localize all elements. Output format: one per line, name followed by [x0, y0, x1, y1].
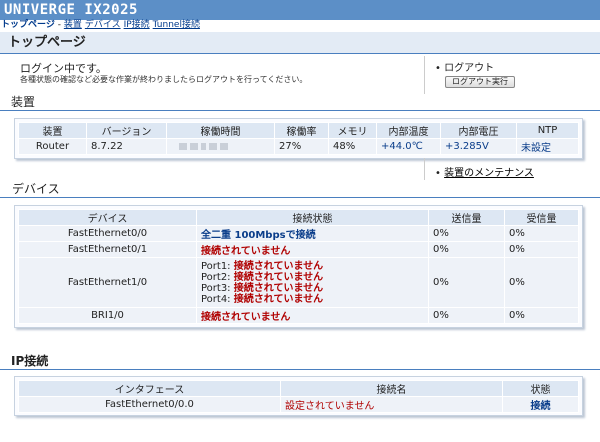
col-device: 装置 — [18, 122, 87, 139]
nav-link-ip[interactable]: IP接続 — [124, 20, 150, 30]
section-devices-title: デバイス — [0, 182, 600, 198]
col-device-name: デバイス — [18, 209, 197, 226]
device-name: FastEthernet1/0 — [18, 257, 197, 308]
ip-panel: インタフェース 接続名 状態 FastEthernet0/0.0 設定されていま… — [14, 376, 583, 416]
device-memory: 48% — [328, 138, 377, 155]
device-voltage: +3.285V — [440, 138, 517, 155]
col-voltage: 内部電圧 — [440, 122, 517, 139]
col-uptime-rate: 稼働率 — [274, 122, 329, 139]
device-table: 装置 バージョン 稼働時間 稼働率 メモリ 内部温度 内部電圧 NTP Rout… — [18, 122, 579, 155]
tx-value: 0% — [428, 241, 505, 258]
col-ntp: NTP — [516, 122, 579, 139]
device-version: 8.7.22 — [86, 138, 167, 155]
interface-name: FastEthernet0/0.0 — [18, 396, 281, 413]
rx-value: 0% — [504, 307, 579, 324]
port-status: 接続されていません — [233, 282, 324, 294]
bullet-icon: • — [435, 168, 441, 179]
rx-value: 0% — [504, 241, 579, 258]
device-name: Router — [18, 138, 87, 155]
nav-current: トップページ — [1, 20, 55, 30]
nav-link-tunnel[interactable]: Tunnel接続 — [153, 20, 200, 30]
table-row: FastEthernet0/1 接続されていません 0% 0% — [18, 241, 579, 258]
port-status: 接続されていません — [233, 271, 324, 283]
logout-button[interactable]: ログアウト実行 — [445, 76, 515, 88]
col-interface: インタフェース — [18, 380, 281, 397]
section-ip-title: IP接続 — [0, 354, 600, 370]
tx-value: 0% — [428, 307, 505, 324]
tx-value: 0% — [428, 257, 505, 308]
port-label: Port4: — [201, 293, 231, 305]
logout-panel: • ログアウト ログアウト実行 — [424, 56, 600, 94]
maintenance-panel: • 装置のメンテナンス — [424, 158, 600, 180]
devices-panel: デバイス 接続状態 送信量 受信量 FastEthernet0/0 全二重 10… — [14, 205, 583, 328]
devices-table: デバイス 接続状態 送信量 受信量 FastEthernet0/0 全二重 10… — [18, 209, 579, 324]
col-memory: メモリ — [328, 122, 377, 139]
col-uptime: 稼働時間 — [166, 122, 275, 139]
port-label: Port1: — [201, 260, 231, 272]
table-row: Router 8.7.22 27% 48% +44.0℃ +3.285V 未設定 — [18, 138, 579, 155]
app-banner: UNIVERGE IX2025 — [0, 0, 600, 20]
connection-state: 接続 — [502, 396, 579, 413]
rx-value: 0% — [504, 225, 579, 242]
rx-value: 0% — [504, 257, 579, 308]
col-rx: 受信量 — [504, 209, 579, 226]
port-label: Port2: — [201, 271, 231, 283]
port-label: Port3: — [201, 282, 231, 294]
logout-label: ログアウト — [444, 63, 495, 74]
breadcrumb-nav: トップページ - 装置 デバイス IP接続 Tunnel接続 — [0, 20, 600, 32]
maintenance-link[interactable]: 装置のメンテナンス — [444, 168, 534, 179]
page-title: トップページ — [0, 32, 600, 54]
connection-status: 接続されていません — [196, 307, 429, 324]
device-temperature: +44.0℃ — [376, 138, 441, 155]
connection-status: 全二重 100Mbpsで接続 — [196, 225, 429, 242]
connection-status-ports: Port1: 接続されていません Port2: 接続されていません Port3:… — [196, 257, 429, 308]
port-status: 接続されていません — [233, 260, 324, 272]
section-device-title: 装置 — [0, 95, 600, 111]
device-panel: 装置 バージョン 稼働時間 稼働率 メモリ 内部温度 内部電圧 NTP Rout… — [14, 118, 583, 159]
connection-status: 接続されていません — [196, 241, 429, 258]
device-uptime-rate: 27% — [274, 138, 329, 155]
device-ntp: 未設定 — [516, 138, 579, 155]
port-status: 接続されていません — [233, 293, 324, 305]
device-name: BRI1/0 — [18, 307, 197, 324]
table-row: FastEthernet1/0 Port1: 接続されていません Port2: … — [18, 257, 579, 308]
col-tx: 送信量 — [428, 209, 505, 226]
nav-link-devices[interactable]: デバイス — [85, 20, 121, 30]
nav-separator: - — [57, 20, 61, 30]
bullet-icon: • — [435, 63, 441, 74]
connection-name: 設定されていません — [280, 396, 503, 413]
ip-table: インタフェース 接続名 状態 FastEthernet0/0.0 設定されていま… — [18, 380, 579, 413]
tx-value: 0% — [428, 225, 505, 242]
col-state: 状態 — [502, 380, 579, 397]
table-row: FastEthernet0/0 全二重 100Mbpsで接続 0% 0% — [18, 225, 579, 242]
table-row: FastEthernet0/0.0 設定されていません 接続 — [18, 396, 579, 413]
device-uptime — [166, 138, 275, 155]
device-name: FastEthernet0/0 — [18, 225, 197, 242]
device-name: FastEthernet0/1 — [18, 241, 197, 258]
col-version: バージョン — [86, 122, 167, 139]
col-connection-name: 接続名 — [280, 380, 503, 397]
col-temperature: 内部温度 — [376, 122, 441, 139]
table-row: BRI1/0 接続されていません 0% 0% — [18, 307, 579, 324]
login-message: 各種状態の確認など必要な作業が終わりましたらログアウトを行ってください。 — [20, 75, 308, 84]
nav-link-device[interactable]: 装置 — [64, 20, 82, 30]
col-connection: 接続状態 — [196, 209, 429, 226]
